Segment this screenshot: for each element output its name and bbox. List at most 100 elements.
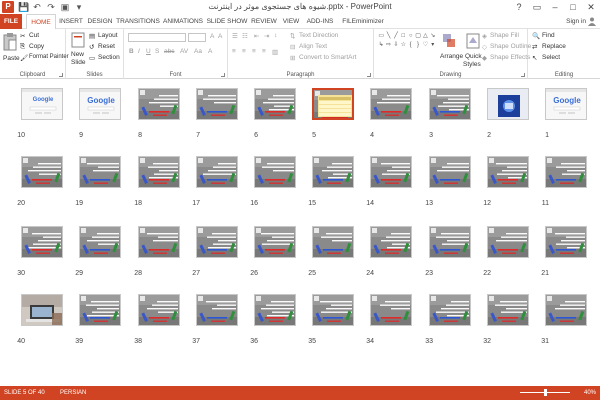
select-button[interactable]: Select [542,54,560,61]
replace-icon[interactable]: ⇄ [532,43,537,51]
slide-thumbnail-13[interactable]: 13 [425,156,471,207]
font-name-input[interactable] [128,33,186,42]
change-case-icon[interactable]: Aa [194,48,202,55]
tab-animations[interactable]: ANIMATIONS [162,14,204,29]
minimize-button[interactable]: – [546,0,564,14]
heart-shape-icon[interactable]: ♡ [422,41,428,49]
slide-preview[interactable]: Google [545,88,587,120]
slide-preview[interactable] [21,226,63,258]
bold-icon[interactable]: B [129,48,134,55]
tab-fileminimizer[interactable]: FILEminimizer [338,14,388,29]
slide-preview[interactable] [196,88,238,120]
rect-shape-icon[interactable]: □ [400,32,406,40]
select-icon[interactable]: ↖ [532,54,537,62]
arrow-right-shape-icon[interactable]: ⇨ [385,41,391,49]
replace-button[interactable]: Replace [542,43,566,50]
reset-button[interactable]: Reset [98,43,115,50]
align-text-button[interactable]: Align Text [299,43,327,50]
slide-preview[interactable] [254,226,296,258]
tab-file[interactable]: FILE [0,14,22,29]
cut-button[interactable]: Cut [29,32,39,39]
spacing-icon[interactable]: AV [180,48,188,55]
arrow-shape-icon[interactable]: ↘ [430,32,436,40]
new-slide-icon[interactable] [71,32,85,48]
brace-shape-icon[interactable]: { [408,41,414,49]
slide-preview[interactable] [370,226,412,258]
numbering-icon[interactable]: ☷ [242,32,248,40]
maximize-button[interactable]: □ [564,0,582,14]
slide-thumbnail-11[interactable]: 11 [542,156,587,207]
slide-preview[interactable] [487,226,529,258]
tab-design[interactable]: DESIGN [86,14,114,29]
shrink-font-icon[interactable]: A [218,33,222,40]
line-spacing-icon[interactable]: ↕ [274,32,277,39]
slide-preview[interactable] [429,156,471,188]
tab-insert[interactable]: INSERT [58,14,84,29]
font-launcher-icon[interactable] [221,73,225,77]
align-text-icon[interactable]: ⊟ [290,43,295,51]
line-shape-icon[interactable]: ╲ [385,32,391,40]
slide-thumbnail-27[interactable]: 27 [192,226,238,277]
slide-preview[interactable] [545,294,587,326]
slide-preview[interactable] [196,226,238,258]
arrange-icon[interactable] [442,33,456,49]
slide-thumbnail-37[interactable]: 37 [192,294,238,345]
slide-thumbnail-25[interactable]: 25 [308,226,354,277]
close-button[interactable]: ✕ [582,0,600,14]
columns-icon[interactable]: ▥ [272,48,278,56]
shape-outline-icon[interactable]: ◇ [482,43,487,51]
sign-in-link[interactable]: Sign in [566,14,586,29]
arrow-down-shape-icon[interactable]: ⇩ [393,41,399,49]
section-button[interactable]: Section [98,54,120,61]
slide-thumbnail-12[interactable]: 12 [483,156,529,207]
tab-slide-show[interactable]: SLIDE SHOW [206,14,248,29]
copy-icon[interactable]: ⎘ [20,43,25,51]
slide-thumbnail-24[interactable]: 24 [366,226,412,277]
slide-thumbnail-15[interactable]: 15 [308,156,354,207]
tab-add-ins[interactable]: ADD-INS [304,14,336,29]
section-icon[interactable]: ▭ [89,54,95,62]
arrange-button[interactable]: Arrange [440,53,463,60]
quick-styles-button-line2[interactable]: Styles [463,61,481,68]
slide-thumbnail-40[interactable]: 40 [17,294,63,345]
slide-thumbnail-26[interactable]: 26 [250,226,296,277]
slide-preview[interactable] [21,156,63,188]
slide-preview[interactable] [487,88,529,120]
tab-transitions[interactable]: TRANSITIONS [116,14,160,29]
help-button[interactable]: ? [510,0,528,14]
slide-thumbnail-5[interactable]: 5 [312,88,354,139]
slide-preview[interactable] [370,88,412,120]
decrease-indent-icon[interactable]: ⇤ [254,32,259,40]
slide-thumbnail-31[interactable]: 31 [541,294,587,345]
slide-thumbnail-1[interactable]: Google 1 [545,88,587,139]
find-button[interactable]: Find [542,32,555,39]
slide-preview[interactable] [545,226,587,258]
slide-thumbnail-23[interactable]: 23 [425,226,471,277]
slide-thumbnail-18[interactable]: 18 [134,156,180,207]
shape-effects-button[interactable]: Shape Effects [490,54,530,61]
slide-thumbnail-7[interactable]: 7 [196,88,238,139]
justify-icon[interactable]: ≡ [262,48,266,55]
slide-thumbnail-35[interactable]: 35 [308,294,354,345]
layout-icon[interactable]: ▤ [89,32,95,40]
slide-thumbnail-33[interactable]: 33 [425,294,471,345]
slide-thumbnail-28[interactable]: 28 [134,226,180,277]
find-icon[interactable]: 🔍 [532,32,540,40]
slide-thumbnail-21[interactable]: 21 [541,226,587,277]
slide-thumbnail-32[interactable]: 32 [483,294,529,345]
slide-thumbnail-34[interactable]: 34 [366,294,412,345]
slide-thumbnail-3[interactable]: 3 [429,88,471,139]
slide-thumbnail-2[interactable]: 2 [487,88,529,139]
slide-thumbnail-16[interactable]: 16 [250,156,296,207]
text-direction-icon[interactable]: ⇅ [290,32,295,40]
slide-thumbnail-19[interactable]: 19 [75,156,121,207]
slide-thumbnail-39[interactable]: 39 [75,294,121,345]
slide-thumbnail-4[interactable]: 4 [370,88,412,139]
textbox-shape-icon[interactable]: ▭ [378,32,384,40]
paragraph-launcher-icon[interactable] [367,73,371,77]
slide-preview[interactable] [370,294,412,326]
shape-fill-button[interactable]: Shape Fill [490,32,519,39]
font-color-icon[interactable]: A [208,48,212,55]
format-painter-icon[interactable]: 🖌 [20,54,28,62]
copy-button[interactable]: Copy [29,43,44,50]
